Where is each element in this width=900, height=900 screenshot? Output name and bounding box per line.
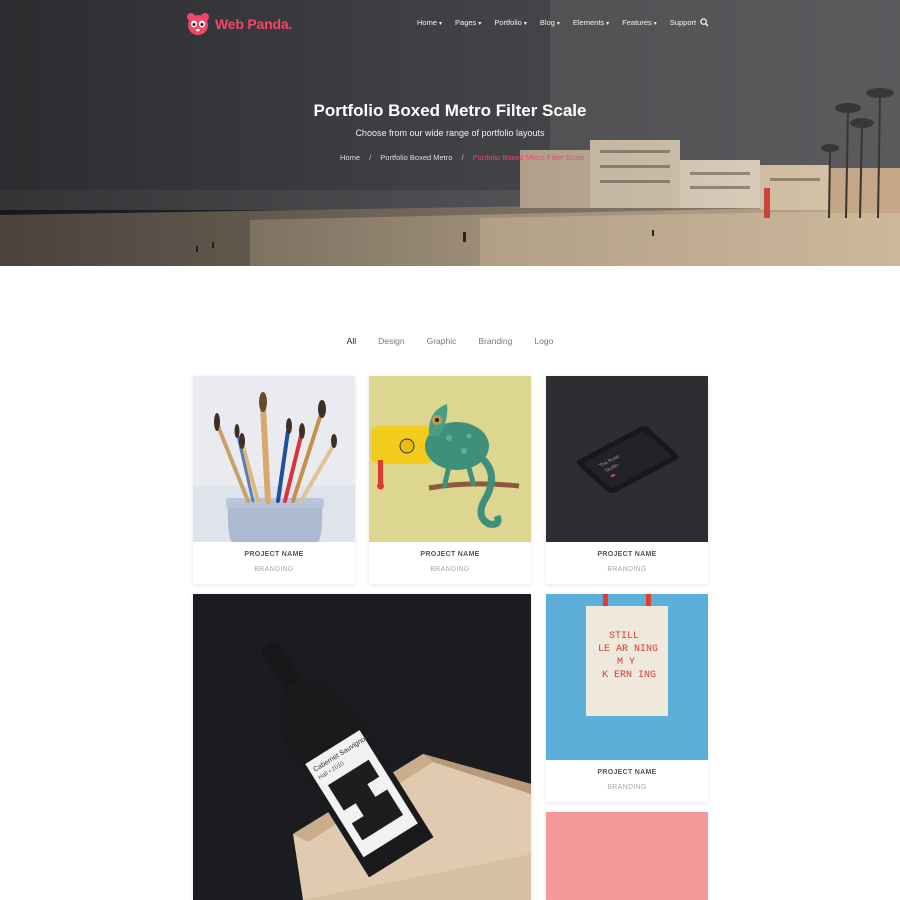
page-title: Portfolio Boxed Metro Filter Scale [313,101,587,120]
nav-item-label: Portfolio [494,18,522,27]
nav-item-label: Home [417,18,438,27]
portfolio-card[interactable] [546,812,708,900]
tote-text-line: M Y [617,657,635,668]
breadcrumb-current: Portfolio Boxed Metro Filter Scale [472,153,585,162]
top-navbar: Web Panda. Home ▾ Pages ▾ Portfolio ▾ Blog ▾ Ele… [0,0,900,46]
project-category: BRANDING [607,784,647,791]
portfolio-card[interactable]: STILL LE AR NING M Y K ERN ING PROJECT N… [546,594,708,802]
project-name[interactable]: PROJECT NAME [546,769,708,776]
project-category: BRANDING [430,566,470,573]
project-name[interactable]: PROJECT NAME [193,551,355,558]
chevron-down-icon: ▾ [523,21,527,27]
portfolio-filter-bar: All Design Graphic Branding Logo [0,336,900,346]
tote-bag-image: STILL LE AR NING M Y K ERN ING [546,594,708,760]
project-thumbnail[interactable]: Cabernet Sauvignon Hall • 2010 [193,594,531,900]
filter-logo[interactable]: Logo [523,336,564,346]
chevron-down-icon: ▾ [439,21,443,27]
nav-item-features[interactable]: Features ▾ [622,18,657,27]
nav-item-home[interactable]: Home ▾ [417,18,442,27]
main-nav: Home ▾ Pages ▾ Portfolio ▾ Blog ▾ Elements ▾ Featu… [417,18,709,27]
project-thumbnail[interactable] [546,812,708,900]
filter-design[interactable]: Design [367,336,415,346]
page-subtitle: Choose from our wide range of portfolio … [355,128,545,138]
portfolio-card[interactable]: The Rose Studio PROJECT NAME BRANDING [546,376,708,584]
hero-banner: Web Panda. Home ▾ Pages ▾ Portfolio ▾ Blog ▾ Ele… [0,0,900,266]
filter-graphic[interactable]: Graphic [416,336,468,346]
nav-item-label: Pages [455,18,477,27]
project-meta: PROJECT NAME BRANDING [546,769,708,791]
project-thumbnail[interactable] [193,376,355,542]
nav-item-label: Features [622,18,652,27]
project-thumbnail[interactable] [369,376,531,542]
tote-text-line: STILL [609,631,639,642]
nav-item-support[interactable]: Support [670,18,696,27]
project-thumbnail[interactable]: STILL LE AR NING M Y K ERN ING [546,594,708,760]
nav-item-label: Elements [572,18,605,27]
nav-item-elements[interactable]: Elements ▾ [573,18,609,27]
project-meta: PROJECT NAME BRANDING [193,551,355,573]
chameleon-image [369,376,531,542]
search-icon[interactable] [700,18,709,27]
project-meta: PROJECT NAME BRANDING [546,551,708,573]
breadcrumb-separator: / [461,153,464,162]
paint-brushes-image [193,376,355,542]
panda-logo-icon [187,13,209,35]
project-meta: PROJECT NAME BRANDING [369,551,531,573]
nav-item-blog[interactable]: Blog ▾ [540,18,560,27]
breadcrumb: Home / Portfolio Boxed Metro / Portfolio… [340,153,584,162]
chevron-down-icon: ▾ [478,21,482,27]
tote-text-line: K ERN ING [602,670,656,681]
project-category: BRANDING [254,566,294,573]
chevron-down-icon: ▾ [556,21,560,27]
project-name[interactable]: PROJECT NAME [546,551,708,558]
breadcrumb-portfolio[interactable]: Portfolio Boxed Metro [380,153,452,162]
wine-bottle-image: Cabernet Sauvignon Hall • 2010 [193,594,531,900]
nav-item-portfolio[interactable]: Portfolio ▾ [494,18,527,27]
logo[interactable]: Web Panda. [186,12,292,36]
filter-branding[interactable]: Branding [467,336,523,346]
nav-item-label: Support [669,18,697,27]
nav-item-label: Blog [539,18,555,27]
chevron-down-icon: ▾ [653,21,657,27]
nav-item-pages[interactable]: Pages ▾ [455,18,481,27]
portfolio-card[interactable]: PROJECT NAME BRANDING [193,376,355,584]
project-name[interactable]: PROJECT NAME [369,551,531,558]
project-category: BRANDING [607,566,647,573]
breadcrumb-separator: / [369,153,372,162]
phone-mockup-image: The Rose Studio [546,376,708,542]
breadcrumb-home[interactable]: Home [340,153,360,162]
project-thumbnail[interactable]: The Rose Studio [546,376,708,542]
filter-all[interactable]: All [336,336,367,346]
brand-name: Web Panda. [215,16,293,32]
portfolio-card[interactable]: PROJECT NAME BRANDING [369,376,531,584]
tote-text-line: LE AR NING [598,644,658,655]
chevron-down-icon: ▾ [606,21,610,27]
portfolio-card-large[interactable]: Cabernet Sauvignon Hall • 2010 [193,594,531,900]
